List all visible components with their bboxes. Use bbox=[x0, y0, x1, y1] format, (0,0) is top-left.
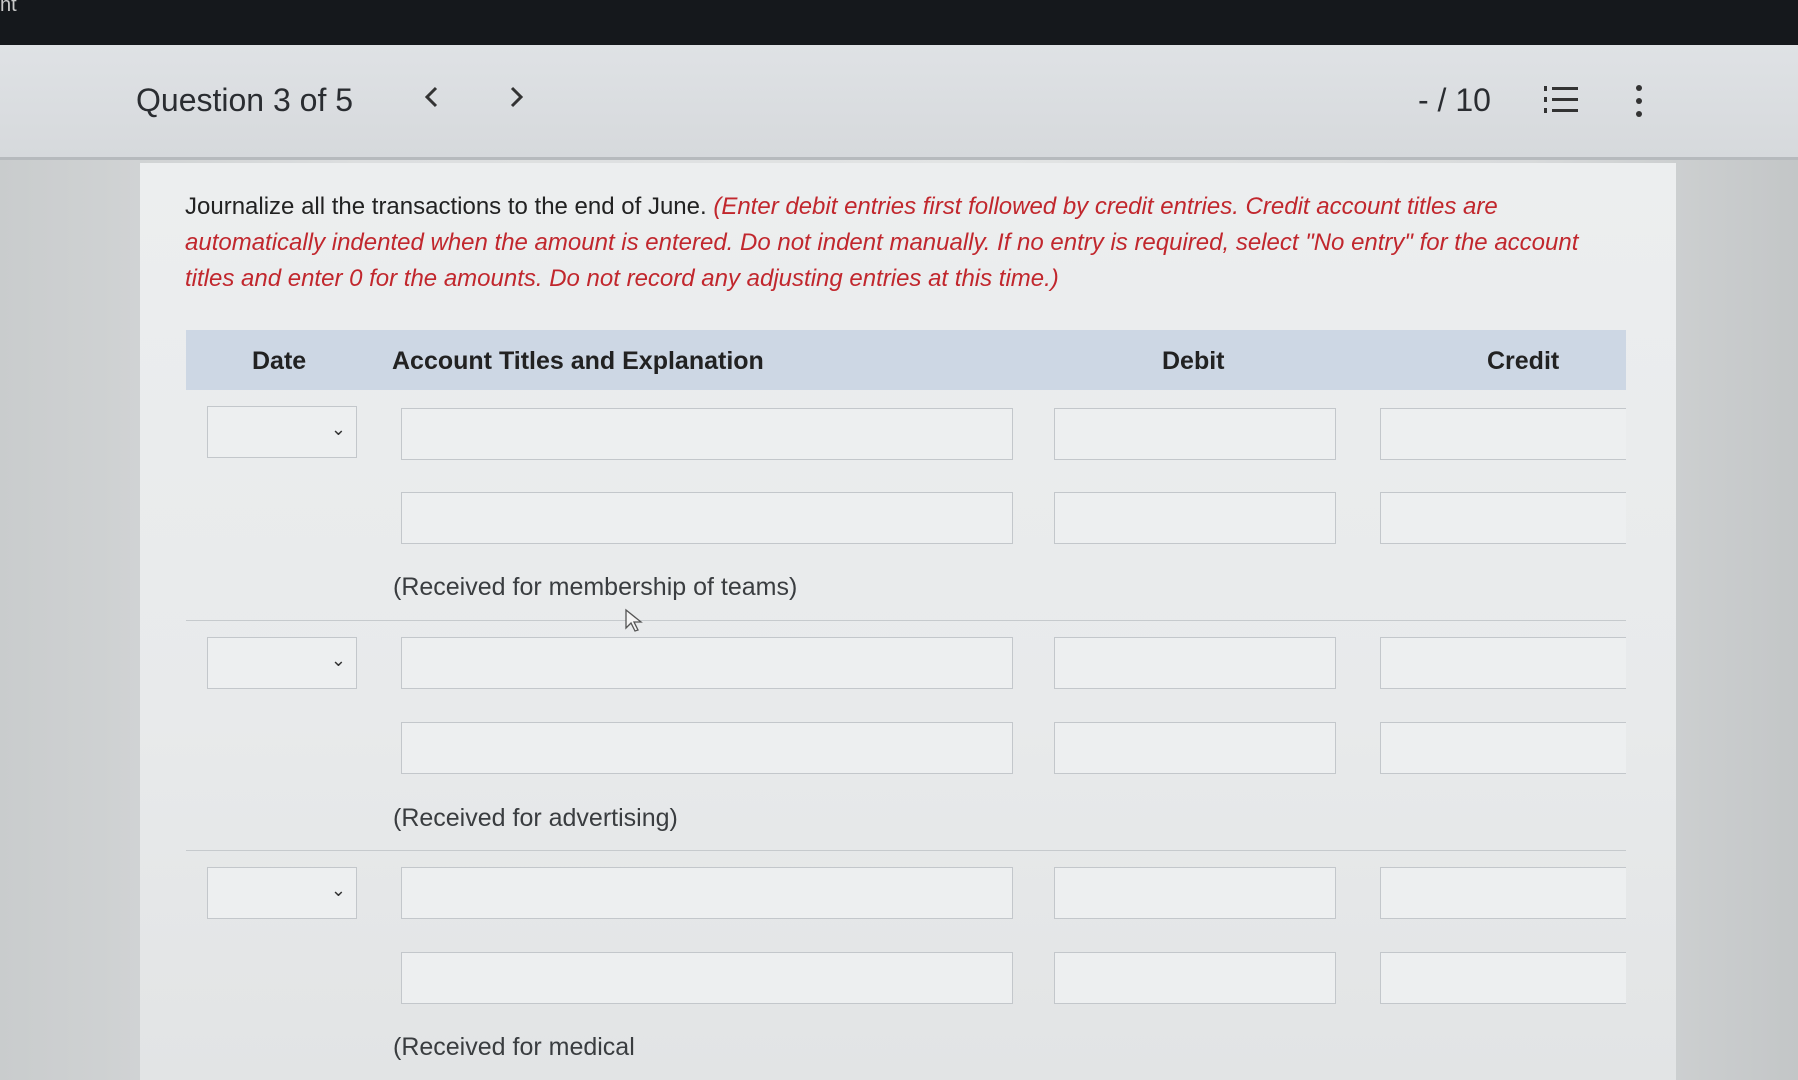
credit-input[interactable] bbox=[1380, 952, 1626, 1004]
account-title-input[interactable] bbox=[401, 722, 1013, 774]
entry-explanation: (Received for medical bbox=[393, 1033, 635, 1061]
corner-text: nt bbox=[0, 0, 17, 16]
debit-input[interactable] bbox=[1054, 952, 1336, 1004]
score-display: - / 10 bbox=[1418, 82, 1491, 118]
date-select[interactable]: ⌄ bbox=[207, 406, 357, 458]
more-dot-icon bbox=[1636, 85, 1642, 91]
entry-divider bbox=[186, 620, 1626, 621]
question-label: Question 3 of 5 bbox=[136, 82, 354, 118]
debit-input[interactable] bbox=[1054, 408, 1336, 460]
top-bar: nt bbox=[0, 0, 1798, 45]
column-header-account: Account Titles and Explanation bbox=[392, 347, 764, 375]
chevron-down-icon: ⌄ bbox=[330, 650, 346, 670]
column-header-debit: Debit bbox=[1162, 347, 1225, 375]
question-list-button[interactable] bbox=[1542, 83, 1580, 117]
date-select[interactable]: ⌄ bbox=[207, 867, 357, 919]
next-question-button[interactable] bbox=[496, 77, 536, 117]
chevron-down-icon: ⌄ bbox=[330, 880, 346, 900]
question-header: Question 3 of 5 - / 10 bbox=[0, 45, 1798, 160]
more-options-button[interactable] bbox=[1624, 81, 1654, 121]
entry-explanation: (Received for membership of teams) bbox=[393, 573, 798, 601]
debit-input[interactable] bbox=[1054, 867, 1336, 919]
entry-divider bbox=[186, 850, 1626, 851]
chevron-left-icon bbox=[424, 86, 438, 108]
chevron-down-icon: ⌄ bbox=[330, 419, 346, 439]
more-dot-icon bbox=[1636, 98, 1642, 104]
column-header-credit: Credit bbox=[1487, 347, 1560, 375]
debit-input[interactable] bbox=[1054, 492, 1336, 544]
credit-input[interactable] bbox=[1380, 867, 1626, 919]
account-title-input[interactable] bbox=[401, 408, 1013, 460]
entry-explanation: (Received for advertising) bbox=[393, 804, 678, 832]
instructions: Journalize all the transactions to the e… bbox=[185, 189, 1625, 297]
previous-question-button[interactable] bbox=[412, 77, 452, 117]
more-dot-icon bbox=[1636, 111, 1642, 117]
credit-input[interactable] bbox=[1380, 722, 1626, 774]
account-title-input[interactable] bbox=[401, 952, 1013, 1004]
account-title-input[interactable] bbox=[401, 492, 1013, 544]
mouse-pointer-icon bbox=[625, 608, 643, 632]
account-title-input[interactable] bbox=[401, 867, 1013, 919]
instructions-text: Journalize all the transactions to the e… bbox=[185, 193, 714, 220]
account-title-input[interactable] bbox=[401, 637, 1013, 689]
journal-table-header: Date Account Titles and Explanation Debi… bbox=[186, 330, 1626, 390]
credit-input[interactable] bbox=[1380, 492, 1626, 544]
debit-input[interactable] bbox=[1054, 637, 1336, 689]
credit-input[interactable] bbox=[1380, 637, 1626, 689]
debit-input[interactable] bbox=[1054, 722, 1336, 774]
credit-input[interactable] bbox=[1380, 408, 1626, 460]
column-header-date: Date bbox=[252, 347, 307, 375]
date-select[interactable]: ⌄ bbox=[207, 637, 357, 689]
numbered-list-icon bbox=[1544, 86, 1578, 113]
question-content: Journalize all the transactions to the e… bbox=[140, 163, 1676, 1080]
chevron-right-icon bbox=[510, 86, 524, 108]
